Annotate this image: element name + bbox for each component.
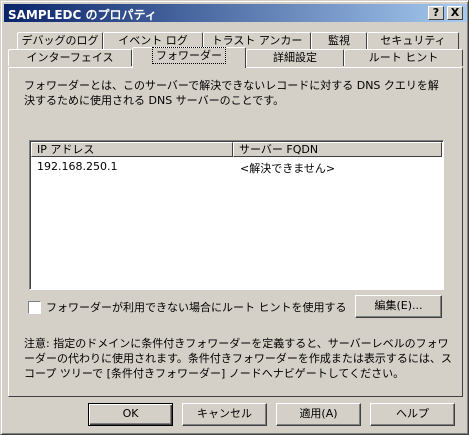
tab-label: フォワーダー (152, 47, 226, 64)
tab-label: トラスト アンカー (211, 34, 303, 47)
ok-button[interactable]: OK (88, 403, 173, 426)
cell-server-fqdn[interactable]: <解決できません> (240, 160, 335, 176)
tab-label: 監視 (328, 34, 350, 47)
cancel-button[interactable]: キャンセル (182, 403, 267, 426)
root-hints-checkbox[interactable] (28, 301, 41, 314)
tab-root-hints[interactable]: ルート ヒント (344, 49, 463, 66)
forwarders-panel: フォワーダーとは、このサーバーで解決できないレコードに対する DNS クエリを解… (8, 67, 463, 397)
edit-button[interactable]: 編集(E)... (355, 295, 442, 318)
tab-forwarders[interactable]: フォワーダー (132, 47, 246, 68)
column-header-ip[interactable]: IP アドレス (31, 142, 233, 157)
tab-interfaces[interactable]: インターフェイス (8, 49, 132, 66)
tab-debug-log[interactable]: デバッグのログ (17, 32, 103, 49)
tab-label: インターフェイス (26, 51, 114, 64)
apply-button[interactable]: 適用(A) (276, 403, 361, 426)
tab-security[interactable]: セキュリティ (367, 32, 459, 49)
tab-advanced[interactable]: 詳細設定 (246, 49, 344, 66)
window-title: SAMPLEDC のプロパティ (8, 8, 157, 22)
title-bar[interactable]: SAMPLEDC のプロパティ ? X (4, 4, 467, 22)
forwarders-description: フォワーダーとは、このサーバーで解決できないレコードに対する DNS クエリを解… (24, 79, 439, 107)
forwarders-list[interactable]: IP アドレス サーバー FQDN 192.168.250.1 <解決できません… (29, 140, 444, 290)
tab-label: イベント ログ (118, 34, 188, 47)
tab-label: セキュリティ (380, 34, 446, 47)
help-icon[interactable]: ? (428, 6, 444, 20)
tab-label: デバッグのログ (21, 34, 99, 47)
tab-monitoring[interactable]: 監視 (311, 32, 367, 49)
properties-dialog: SAMPLEDC のプロパティ ? X デバッグのログ イベント ログ トラスト… (0, 0, 469, 435)
column-header-fqdn[interactable]: サーバー FQDN (233, 142, 442, 157)
tab-label: 詳細設定 (273, 51, 317, 64)
help-button[interactable]: ヘルプ (370, 403, 455, 426)
root-hints-checkbox-label[interactable]: フォワーダーが利用できない場合にルート ヒントを使用する (46, 301, 347, 314)
close-icon[interactable]: X (447, 6, 463, 20)
conditional-forwarders-note: 注意: 指定のドメインに条件付きフォワーダーを定義すると、サーバーレベルのフォワ… (24, 337, 452, 380)
tab-label: ルート ヒント (368, 51, 439, 64)
cell-ip-address[interactable]: 192.168.250.1 (37, 160, 117, 173)
